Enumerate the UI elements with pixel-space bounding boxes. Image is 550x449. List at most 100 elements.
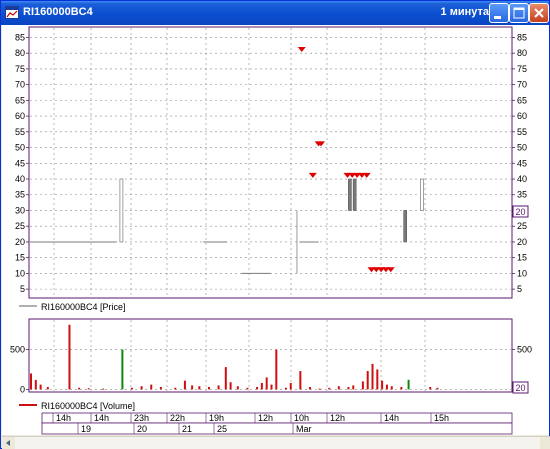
scroll-track[interactable]	[15, 437, 540, 449]
price-tick-label: 70	[15, 80, 25, 90]
price-tick-label: 20	[15, 237, 25, 247]
volume-bar	[198, 386, 201, 390]
price-tick-label: 45	[517, 158, 527, 168]
volume-bar	[39, 384, 42, 390]
price-tick-label: 25	[517, 221, 527, 231]
horizontal-scrollbar[interactable]	[2, 436, 550, 449]
volume-bar	[30, 373, 32, 390]
price-tick-label: 40	[15, 174, 25, 184]
volume-bar	[400, 387, 403, 390]
volume-bar	[381, 380, 384, 390]
volume-bar	[318, 388, 321, 390]
volume-panel-frame	[28, 318, 513, 393]
price-tick-label: 80	[15, 48, 25, 58]
price-tick-label: 35	[517, 190, 527, 200]
price-last-badge: 20	[515, 207, 525, 217]
price-candle	[119, 178, 124, 243]
volume-bar	[308, 387, 311, 390]
volume-bar	[236, 386, 239, 390]
time-hour-label: 14h	[94, 413, 109, 423]
volume-legend: RI160000BC4 [Volume]	[41, 401, 135, 411]
price-candle	[352, 178, 357, 211]
time-date-label: 19	[81, 424, 91, 434]
price-tick-label: 85	[15, 32, 25, 42]
volume-bar	[366, 371, 369, 390]
price-tick-label: 55	[15, 127, 25, 137]
time-axis: 14h 14h 23h 22h 19h 12h 10h 12h 14h 15h 19 20 21 25 M…	[41, 412, 513, 435]
price-legend: RI160000BC4 [Price]	[41, 302, 126, 312]
volume-bar	[390, 386, 393, 390]
price-tick-label: 75	[517, 64, 527, 74]
time-hour-label: 23h	[134, 413, 149, 423]
chart-window: RI160000BC4 1 минута 5 10 15 20 25 30 35 40 45 50…	[0, 0, 550, 449]
volume-bar	[328, 387, 331, 390]
volume-bar	[436, 387, 439, 390]
volume-bar	[78, 387, 81, 390]
price-panel-frame	[28, 26, 513, 299]
price-tick-label: 85	[517, 32, 527, 42]
scroll-right-button[interactable]	[540, 437, 550, 449]
price-panel[interactable]: 5 10 15 20 25 30 35 40 45 50 55 60 65 70 75 80 85 5 10 15 2…	[15, 26, 529, 299]
volume-bar	[361, 381, 364, 390]
price-tick-label: 50	[15, 143, 25, 153]
price-tick-label: 10	[15, 268, 25, 278]
scroll-left-button[interactable]	[2, 437, 15, 449]
price-tick-label: 40	[517, 174, 527, 184]
price-tick-label: 80	[517, 48, 527, 58]
time-date-label: 25	[217, 424, 227, 434]
volume-panel[interactable]: 0 500 500 20	[10, 318, 532, 394]
time-hour-label: 15h	[434, 413, 449, 423]
time-date-label: Mar	[296, 424, 312, 434]
price-tick-label: 65	[15, 95, 25, 105]
volume-bar	[260, 383, 263, 390]
volume-bar	[87, 388, 90, 390]
price-tick-label: 70	[517, 80, 527, 90]
volume-tick-label: 0	[20, 384, 25, 394]
volume-bar	[229, 382, 232, 390]
volume-bar	[34, 379, 37, 390]
volume-bar	[256, 387, 259, 390]
time-hour-label: 12h	[330, 413, 345, 423]
time-hour-label: 14h	[56, 413, 71, 423]
time-date-label: 21	[182, 424, 192, 434]
volume-bar	[174, 387, 177, 390]
volume-bar	[265, 377, 268, 390]
scroll-left-icon	[6, 440, 10, 446]
price-tick-label: 60	[517, 111, 527, 121]
price-candle	[420, 178, 424, 211]
volume-bar	[183, 380, 186, 390]
volume-bar	[131, 387, 134, 390]
volume-bar	[371, 363, 374, 390]
volume-bar	[275, 349, 278, 390]
volume-bar	[224, 367, 227, 390]
volume-bar	[407, 379, 410, 390]
price-tick-label: 15	[15, 253, 25, 263]
volume-bar	[347, 387, 350, 390]
time-hour-label: 19h	[209, 413, 224, 423]
volume-bar	[140, 386, 143, 390]
time-date-label: 20	[137, 424, 147, 434]
time-hour-label: 10h	[294, 413, 309, 423]
volume-bar	[159, 387, 162, 390]
volume-bar	[284, 387, 287, 390]
price-tick-label: 25	[15, 221, 25, 231]
price-candle	[403, 210, 407, 243]
volume-bar	[337, 386, 340, 390]
volume-bar	[270, 384, 273, 390]
price-tick-label: 55	[517, 127, 527, 137]
price-tick-label: 20	[517, 237, 527, 247]
volume-bar	[150, 384, 153, 390]
volume-bar	[102, 388, 105, 390]
volume-bar	[46, 387, 49, 390]
price-tick-label: 45	[15, 158, 25, 168]
price-tick-label: 35	[15, 190, 25, 200]
volume-bar	[352, 385, 355, 390]
volume-last-badge: 20	[515, 383, 525, 393]
chart-area[interactable]: 5 10 15 20 25 30 35 40 45 50 55 60 65 70 75 80 85 5 10 15 2…	[1, 1, 549, 435]
price-tick-label: 10	[517, 268, 527, 278]
volume-tick-label: 500	[10, 345, 25, 355]
volume-bar	[207, 387, 210, 390]
volume-bar	[68, 324, 71, 390]
volume-tick-label: 500	[517, 345, 532, 355]
price-tick-label: 30	[15, 205, 25, 215]
